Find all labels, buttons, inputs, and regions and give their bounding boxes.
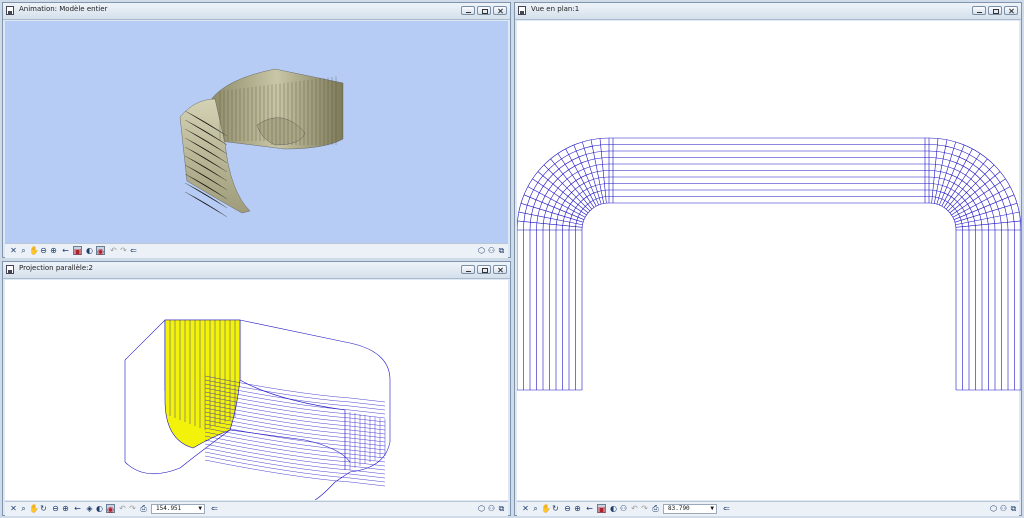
projection-window: Projection parallèle:2 ✕ ⌕ ✋ ↻ ⊖ ⊕ ← ◈ ◐…	[2, 261, 511, 516]
window-app-icon	[6, 6, 14, 15]
pan-icon[interactable]: ✋	[29, 504, 39, 513]
pan-icon[interactable]: ✋	[541, 504, 551, 513]
zoom-icon[interactable]: ⌕	[19, 504, 28, 513]
view-settings-icon[interactable]: ⬡	[477, 504, 486, 513]
print-icon[interactable]: ⎙	[651, 504, 660, 513]
window-app-icon	[518, 6, 526, 15]
render-icon[interactable]: ◈	[85, 504, 94, 513]
view-settings-icon[interactable]: ⬡	[989, 504, 998, 513]
copy-icon[interactable]: ⧉	[497, 504, 506, 513]
previous-icon[interactable]: ←	[73, 504, 82, 513]
zoom-out-icon[interactable]: ⊖	[39, 246, 48, 255]
rotate-icon[interactable]: ↻	[551, 504, 560, 513]
render-icon[interactable]: ▣	[597, 504, 606, 514]
display-icon[interactable]: ◐	[95, 504, 104, 513]
plan-window-title: Vue en plan:1	[531, 5, 580, 13]
zoom-level-value: 83.790	[668, 505, 690, 512]
redo-icon[interactable]: ↷	[119, 246, 128, 255]
persons-icon[interactable]: ⚇	[999, 504, 1008, 513]
close-view-icon[interactable]: ✕	[521, 504, 530, 513]
zoom-icon[interactable]: ⌕	[531, 504, 540, 513]
render-icon[interactable]: ▣	[73, 246, 82, 256]
copy-icon[interactable]: ⧉	[1009, 504, 1018, 513]
undo-icon[interactable]: ↶	[630, 504, 639, 513]
animation-window: Animation: Modèle entier ✕ ⌕ ✋ ⊖ ⊕ ← ▣ ◐…	[2, 2, 511, 258]
projection-titlebar[interactable]: Projection parallèle:2	[3, 262, 510, 279]
animation-toolbar: ✕ ⌕ ✋ ⊖ ⊕ ← ▣ ◐ ◉ ↶ ↷ ⇐ ⬡ ⚇ ⧉	[5, 243, 508, 258]
rotate-icon[interactable]: ↻	[39, 504, 48, 513]
previous-icon[interactable]: ←	[585, 504, 594, 513]
close-button[interactable]	[1004, 6, 1018, 15]
undo-icon[interactable]: ↶	[118, 504, 127, 513]
display-icon[interactable]: ◐	[609, 504, 618, 513]
close-button[interactable]	[493, 6, 507, 15]
close-button[interactable]	[493, 265, 507, 274]
plan-window: Vue en plan:1 ✕ ⌕ ✋ ↻ ⊖ ⊕ ← ▣ ◐ ⚇ ↶ ↷ ⎙ …	[514, 2, 1022, 516]
navigate-icon[interactable]: ⇐	[722, 504, 731, 513]
view-settings-icon[interactable]: ⬡	[477, 246, 486, 255]
zoom-level-field[interactable]: 154.951 ▼	[151, 504, 205, 514]
restore-button[interactable]	[477, 6, 491, 15]
close-view-icon[interactable]: ✕	[9, 246, 18, 255]
redo-icon[interactable]: ↷	[640, 504, 649, 513]
zoom-level-field[interactable]: 83.790 ▼	[663, 504, 717, 514]
plan-viewport[interactable]	[517, 21, 1021, 500]
previous-icon[interactable]: ←	[61, 246, 70, 255]
person-icon[interactable]: ⚇	[619, 504, 628, 513]
zoom-in-icon[interactable]: ⊕	[49, 246, 58, 255]
animation-viewport[interactable]	[5, 21, 508, 243]
undo-icon[interactable]: ↶	[109, 246, 118, 255]
navigate-icon[interactable]: ⇐	[210, 504, 219, 513]
zoom-icon[interactable]: ⌕	[19, 246, 28, 255]
restore-button[interactable]	[988, 6, 1002, 15]
display-icon[interactable]: ◐	[85, 246, 94, 255]
print-icon[interactable]: ⎙	[139, 504, 148, 513]
animation-window-title: Animation: Modèle entier	[19, 5, 108, 13]
window-app-icon	[6, 265, 14, 274]
projection-wireframe	[124, 319, 391, 500]
zoom-out-icon[interactable]: ⊖	[563, 504, 572, 513]
minimize-button[interactable]	[461, 6, 475, 15]
close-view-icon[interactable]: ✕	[9, 504, 18, 513]
animate-icon[interactable]: ◉	[96, 246, 105, 256]
restore-button[interactable]	[477, 265, 491, 274]
minimize-button[interactable]	[461, 265, 475, 274]
zoom-in-icon[interactable]: ⊕	[61, 504, 70, 513]
redo-icon[interactable]: ↷	[128, 504, 137, 513]
animation-titlebar[interactable]: Animation: Modèle entier	[3, 3, 510, 20]
pan-icon[interactable]: ✋	[29, 246, 39, 255]
animate-icon[interactable]: ◉	[106, 504, 115, 514]
minimize-button[interactable]	[972, 6, 986, 15]
chevron-down-icon[interactable]: ▼	[710, 505, 714, 513]
zoom-out-icon[interactable]: ⊖	[51, 504, 60, 513]
projection-viewport[interactable]	[5, 280, 508, 500]
chevron-down-icon[interactable]: ▼	[198, 505, 202, 513]
plan-titlebar[interactable]: Vue en plan:1	[515, 3, 1021, 20]
copy-icon[interactable]: ⧉	[497, 246, 506, 255]
navigate-icon[interactable]: ⇐	[129, 246, 138, 255]
zoom-level-value: 154.951	[156, 505, 182, 512]
persons-icon[interactable]: ⚇	[487, 504, 496, 513]
plan-toolbar: ✕ ⌕ ✋ ↻ ⊖ ⊕ ← ▣ ◐ ⚇ ↶ ↷ ⎙ 83.790 ▼ ⇐ ⬡ ⚇…	[517, 501, 1019, 516]
projection-window-title: Projection parallèle:2	[19, 264, 93, 272]
projection-toolbar: ✕ ⌕ ✋ ↻ ⊖ ⊕ ← ◈ ◐ ◉ ↶ ↷ ⎙ 154.951 ▼ ⇐ ⬡ …	[5, 501, 508, 516]
animation-3d-model	[179, 68, 344, 218]
persons-icon[interactable]: ⚇	[487, 246, 496, 255]
plan-wireframe	[517, 137, 1021, 391]
zoom-in-icon[interactable]: ⊕	[573, 504, 582, 513]
